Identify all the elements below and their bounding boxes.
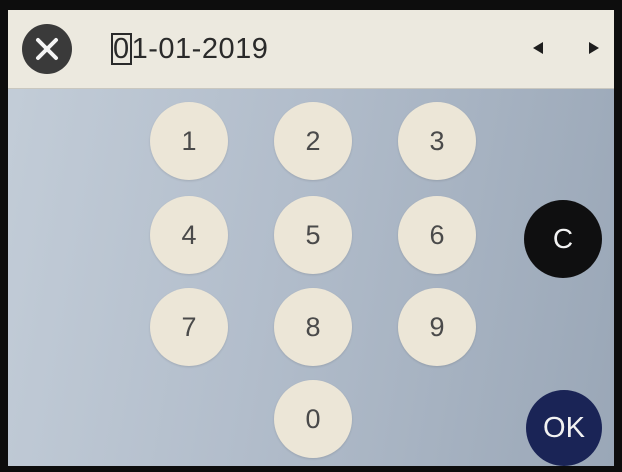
- ok-button[interactable]: OK: [526, 390, 602, 466]
- key-5[interactable]: 5: [274, 196, 352, 274]
- cursor-left-button[interactable]: [526, 36, 550, 60]
- key-0[interactable]: 0: [274, 380, 352, 458]
- cursor-right-button[interactable]: [582, 36, 606, 60]
- key-7[interactable]: 7: [150, 288, 228, 366]
- cursor-digit: 0: [111, 33, 132, 65]
- arrow-left-icon: [533, 42, 543, 54]
- close-button[interactable]: [22, 24, 72, 74]
- key-4[interactable]: 4: [150, 196, 228, 274]
- key-6[interactable]: 6: [398, 196, 476, 274]
- date-text: 1-01-2019: [131, 33, 269, 65]
- key-9[interactable]: 9: [398, 288, 476, 366]
- date-input-field[interactable]: 0 1-01-2019: [111, 28, 269, 70]
- key-8[interactable]: 8: [274, 288, 352, 366]
- date-entry-bar: 0 1-01-2019: [8, 10, 614, 89]
- key-1[interactable]: 1: [150, 102, 228, 180]
- date-entry-screen: 0 1-01-2019 1 2 3 4 5 6 7 8 9 0 C OK: [8, 10, 614, 466]
- key-3[interactable]: 3: [398, 102, 476, 180]
- arrow-right-icon: [589, 42, 599, 54]
- close-icon: [36, 38, 58, 60]
- clear-button[interactable]: C: [524, 200, 602, 278]
- key-2[interactable]: 2: [274, 102, 352, 180]
